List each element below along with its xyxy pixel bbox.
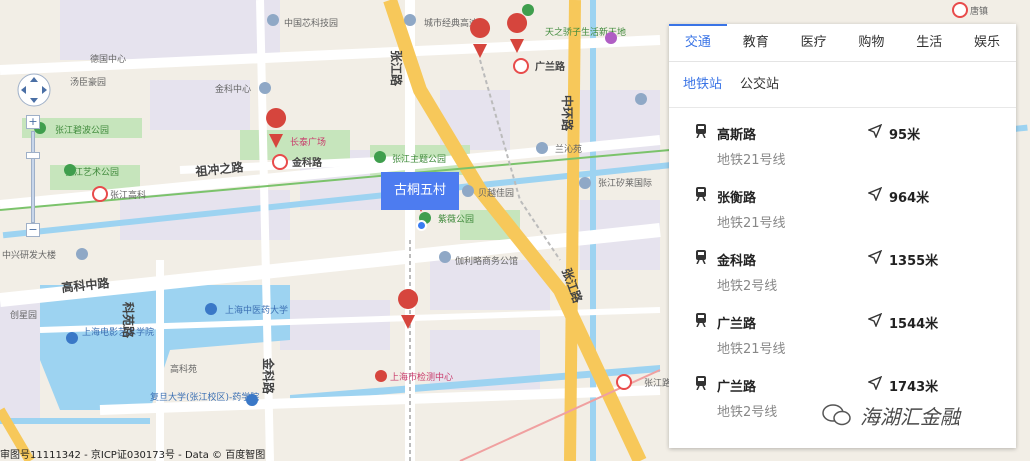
station-line: 地铁2号线 bbox=[717, 405, 778, 420]
transport-subtabs: 地铁站 公交站 bbox=[669, 62, 1016, 108]
poi-label: 创星园 bbox=[10, 309, 37, 321]
poi-label: 复旦大学(张江校区)-药学院 bbox=[150, 391, 259, 403]
poi-label: 中兴研发大楼 bbox=[2, 249, 56, 261]
station-list: 高斯路 地铁21号线 95米 张衡路 地铁21号线 964米 金科路 地铁2号线… bbox=[669, 108, 1016, 433]
category-tabs: 交通 教育 医疗 购物 生活 娱乐 bbox=[669, 24, 1016, 62]
navigation-arrow-icon bbox=[868, 376, 882, 390]
train-icon bbox=[696, 124, 706, 138]
poi-label: 上海电影艺术学院 bbox=[82, 326, 154, 338]
station-line: 地铁2号线 bbox=[717, 279, 778, 294]
map-copyright: 审图号11111342 - 京ICP证030173号 - Data © 百度智图 bbox=[0, 450, 266, 461]
poi-label: 中国芯科技园 bbox=[284, 17, 338, 29]
tab-medical[interactable]: 医疗 bbox=[785, 24, 843, 61]
tab-shopping[interactable]: 购物 bbox=[842, 24, 900, 61]
current-location-dot bbox=[416, 220, 427, 231]
train-icon bbox=[696, 250, 706, 264]
zoom-control: + − bbox=[26, 115, 42, 239]
navigation-arrow-icon bbox=[868, 250, 882, 264]
poi-label: 城市经典高迪 bbox=[424, 17, 478, 29]
pan-control[interactable] bbox=[17, 73, 51, 107]
station-distance: 964米 bbox=[889, 191, 930, 206]
watermark: 海湖汇金融 bbox=[822, 400, 960, 430]
zoom-out-button[interactable]: − bbox=[26, 223, 40, 237]
navigation-arrow-icon bbox=[868, 313, 882, 327]
station-name: 广兰路 bbox=[717, 380, 757, 395]
station-name: 广兰路 bbox=[717, 317, 757, 332]
station-distance: 95米 bbox=[889, 128, 921, 143]
station-item[interactable]: 广兰路 地铁21号线 1544米 bbox=[669, 307, 1016, 370]
poi-label: 上海中医药大学 bbox=[225, 304, 288, 316]
poi-label: 紫薇公园 bbox=[438, 213, 474, 225]
navigation-arrow-icon bbox=[868, 124, 882, 138]
wechat-icon bbox=[822, 404, 851, 426]
zoom-in-button[interactable]: + bbox=[26, 115, 40, 129]
poi-label: 张江主题公园 bbox=[392, 153, 446, 165]
station-name: 张衡路 bbox=[717, 191, 757, 206]
tab-entertainment[interactable]: 娱乐 bbox=[958, 24, 1016, 61]
train-icon bbox=[696, 313, 706, 327]
poi-label: 张江路 bbox=[644, 377, 671, 389]
poi-label: 张江碧波公园 bbox=[55, 124, 109, 136]
poi-label: 德国中心 bbox=[90, 53, 126, 65]
subtab-metro[interactable]: 地铁站 bbox=[683, 62, 722, 107]
road-label: 广兰路 bbox=[535, 60, 566, 73]
station-line: 地铁21号线 bbox=[717, 342, 786, 357]
poi-label: 张江高科 bbox=[110, 189, 146, 201]
station-distance: 1743米 bbox=[889, 380, 939, 395]
station-item[interactable]: 金科路 地铁2号线 1355米 bbox=[669, 244, 1016, 307]
road-label: 中环路 bbox=[560, 95, 575, 132]
poi-label: 伽利略商务公馆 bbox=[455, 255, 518, 267]
poi-label: 高科苑 bbox=[170, 363, 197, 375]
station-name: 高斯路 bbox=[717, 128, 757, 143]
poi-label: 兰沁苑 bbox=[555, 143, 582, 155]
poi-label: 上海市检测中心 bbox=[390, 371, 453, 383]
navigation-arrow-icon bbox=[868, 187, 882, 201]
station-item[interactable]: 高斯路 地铁21号线 95米 bbox=[669, 118, 1016, 181]
tab-transport[interactable]: 交通 bbox=[669, 24, 727, 61]
station-line: 地铁21号线 bbox=[717, 216, 786, 231]
road-label: 科苑路 bbox=[121, 302, 136, 339]
station-item[interactable]: 张衡路 地铁21号线 964米 bbox=[669, 181, 1016, 244]
zoom-slider-track[interactable] bbox=[31, 131, 35, 223]
poi-label: 金科中心 bbox=[215, 83, 251, 95]
train-icon bbox=[696, 187, 706, 201]
zoom-slider-handle[interactable] bbox=[26, 152, 40, 159]
watermark-text: 海湖汇金融 bbox=[860, 404, 960, 429]
tab-education[interactable]: 教育 bbox=[727, 24, 785, 61]
station-name: 金科路 bbox=[717, 254, 757, 269]
poi-label: 长泰广场 bbox=[290, 136, 326, 148]
road-label: 金科路 bbox=[261, 357, 276, 395]
station-line: 地铁21号线 bbox=[717, 153, 786, 168]
poi-label: 贝越佳园 bbox=[478, 187, 514, 199]
location-label: 古桐五村 bbox=[381, 172, 459, 210]
tab-life[interactable]: 生活 bbox=[900, 24, 958, 61]
poi-label: 汤臣豪园 bbox=[70, 76, 106, 88]
subtab-bus[interactable]: 公交站 bbox=[740, 62, 779, 107]
poi-label: 唐镇 bbox=[970, 5, 988, 17]
nearby-panel: 交通 教育 医疗 购物 生活 娱乐 地铁站 公交站 高斯路 地铁21号线 95米… bbox=[669, 24, 1016, 448]
road-label: 张江路 bbox=[389, 50, 404, 87]
poi-label: 张江矽莱国际 bbox=[598, 177, 652, 189]
train-icon bbox=[696, 376, 706, 390]
station-distance: 1355米 bbox=[889, 254, 939, 269]
station-distance: 1544米 bbox=[889, 317, 939, 332]
road-label: 金科路 bbox=[291, 156, 323, 169]
